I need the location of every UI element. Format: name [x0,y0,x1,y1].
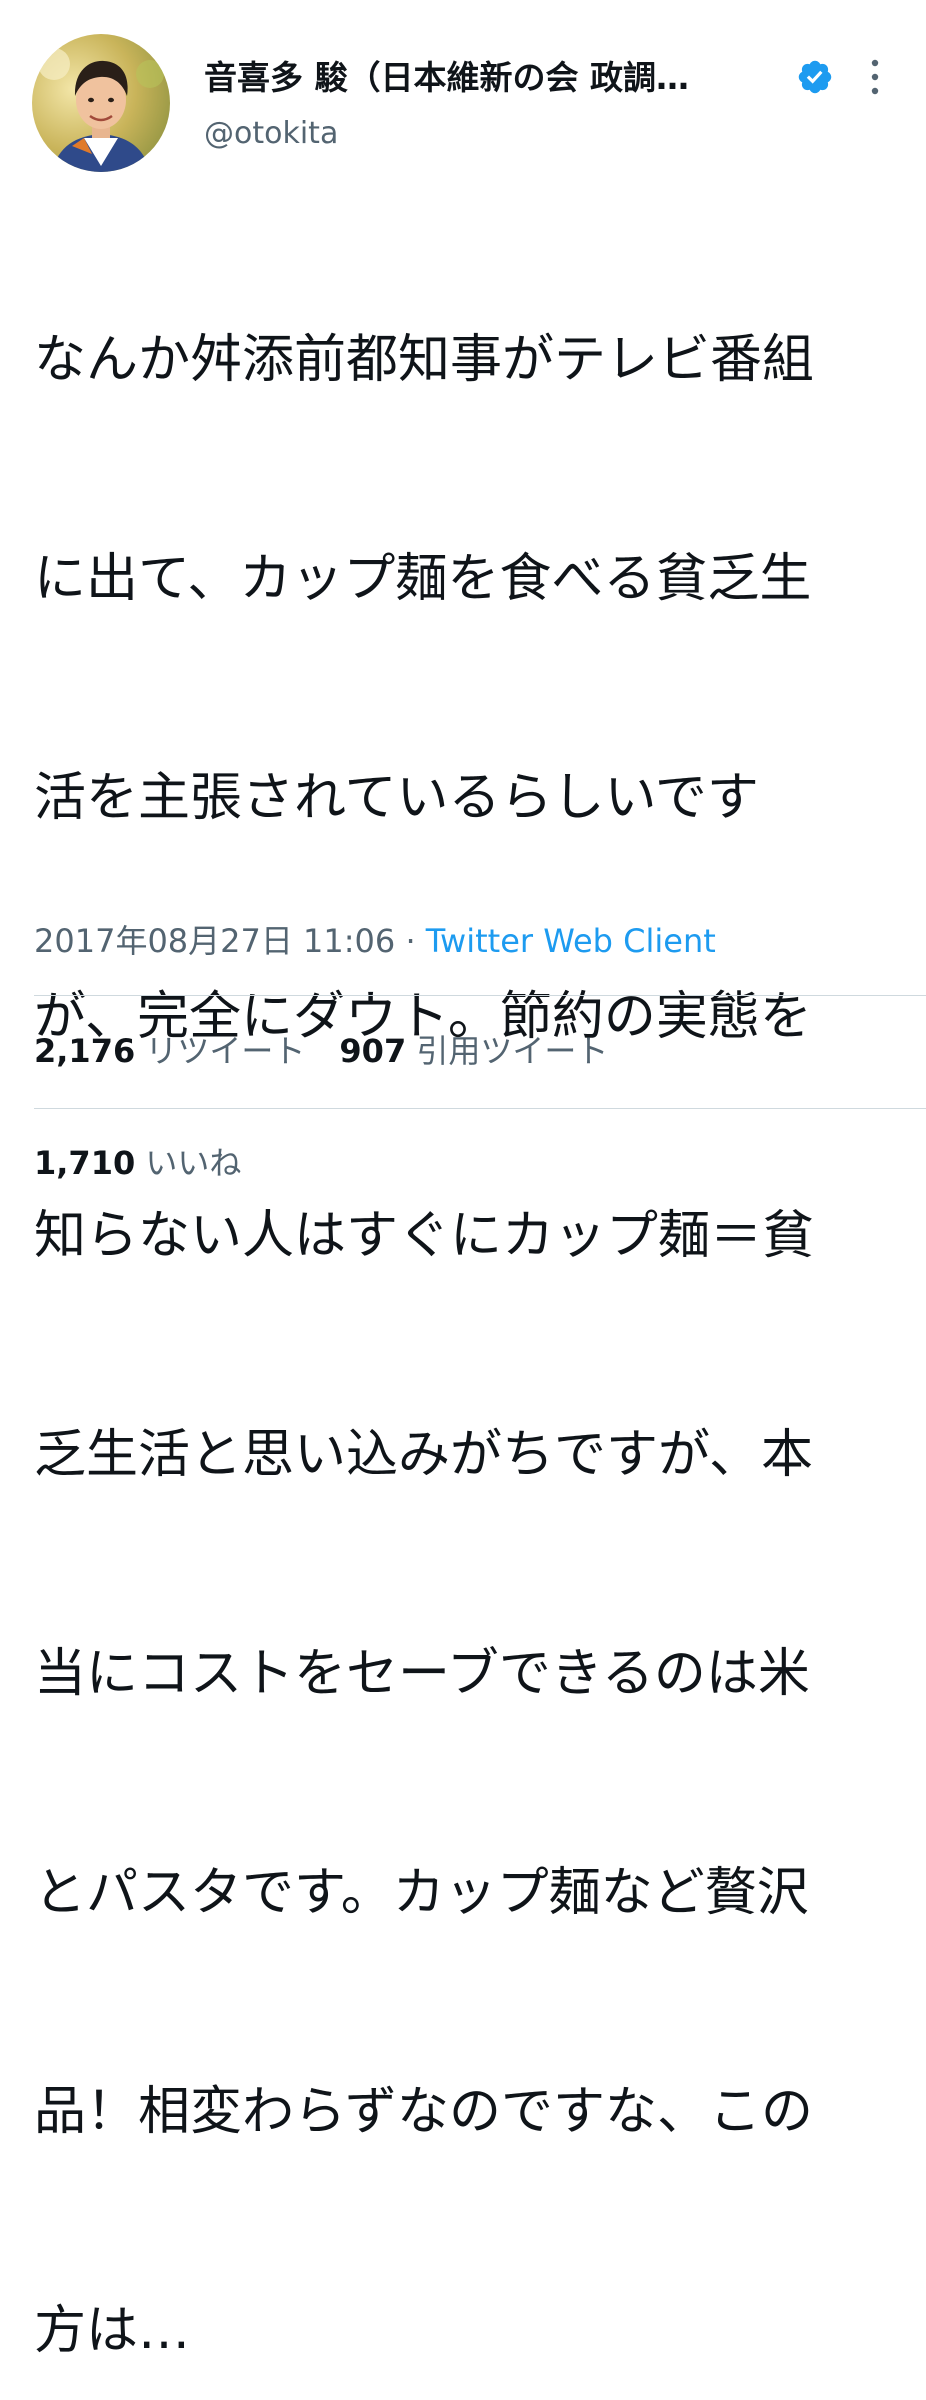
tweet-line: に出て、カップ麺を食べる貧乏生 [34,549,812,609]
tweet-line: 乏生活と思い込みがちですが、本 [34,1425,813,1485]
retweets-stat[interactable]: 2,176 リツイート [34,1026,305,1076]
more-vertical-icon[interactable] [858,55,892,99]
quotes-count: 907 [339,1032,407,1070]
meta-separator: · [395,922,426,960]
stats-row: 2,176 リツイート 907 引用ツイート [34,1026,608,1076]
tweet-line: 知らない人はすぐにカップ麺＝貧 [34,1206,815,1266]
retweets-count: 2,176 [34,1032,136,1070]
author-display-name[interactable]: 音喜多 駿（日本維新の会 政調… [204,54,764,102]
avatar[interactable] [32,34,170,172]
quotes-stat[interactable]: 907 引用ツイート [339,1026,608,1076]
verified-badge-icon [796,58,834,96]
tweet-meta: 2017年08月27日 11:06 · Twitter Web Client [34,916,716,966]
divider [34,995,926,996]
divider [34,1108,926,1109]
profile-photo [32,34,170,172]
likes-stat[interactable]: 1,710 いいね [34,1138,241,1188]
tweet-source-link[interactable]: Twitter Web Client [426,922,716,960]
tweet-line: 活を主張されているらしいです [34,768,759,828]
likes-row: 1,710 いいね [34,1138,241,1188]
quotes-label: 引用ツイート [416,1032,609,1070]
tweet-line: 品！相変わらずなのですな、この [34,2082,813,2142]
likes-label: いいね [145,1144,242,1182]
likes-count: 1,710 [34,1144,136,1182]
tweet-line: 当にコストをセーブできるのは米 [34,1644,810,1704]
tweet-timestamp[interactable]: 2017年08月27日 11:06 [34,922,395,960]
retweets-label: リツイート [145,1032,306,1070]
tweet-line: なんか舛添前都知事がテレビ番組 [34,330,815,390]
tweet-line: 方は… [34,2301,191,2361]
author-handle[interactable]: @otokita [204,112,338,156]
tweet-text: なんか舛添前都知事がテレビ番組 に出て、カップ麺を食べる貧乏生 活を主張されてい… [34,178,894,2400]
tweet-line: とパスタです。カップ麺など贅沢 [34,1863,809,1923]
